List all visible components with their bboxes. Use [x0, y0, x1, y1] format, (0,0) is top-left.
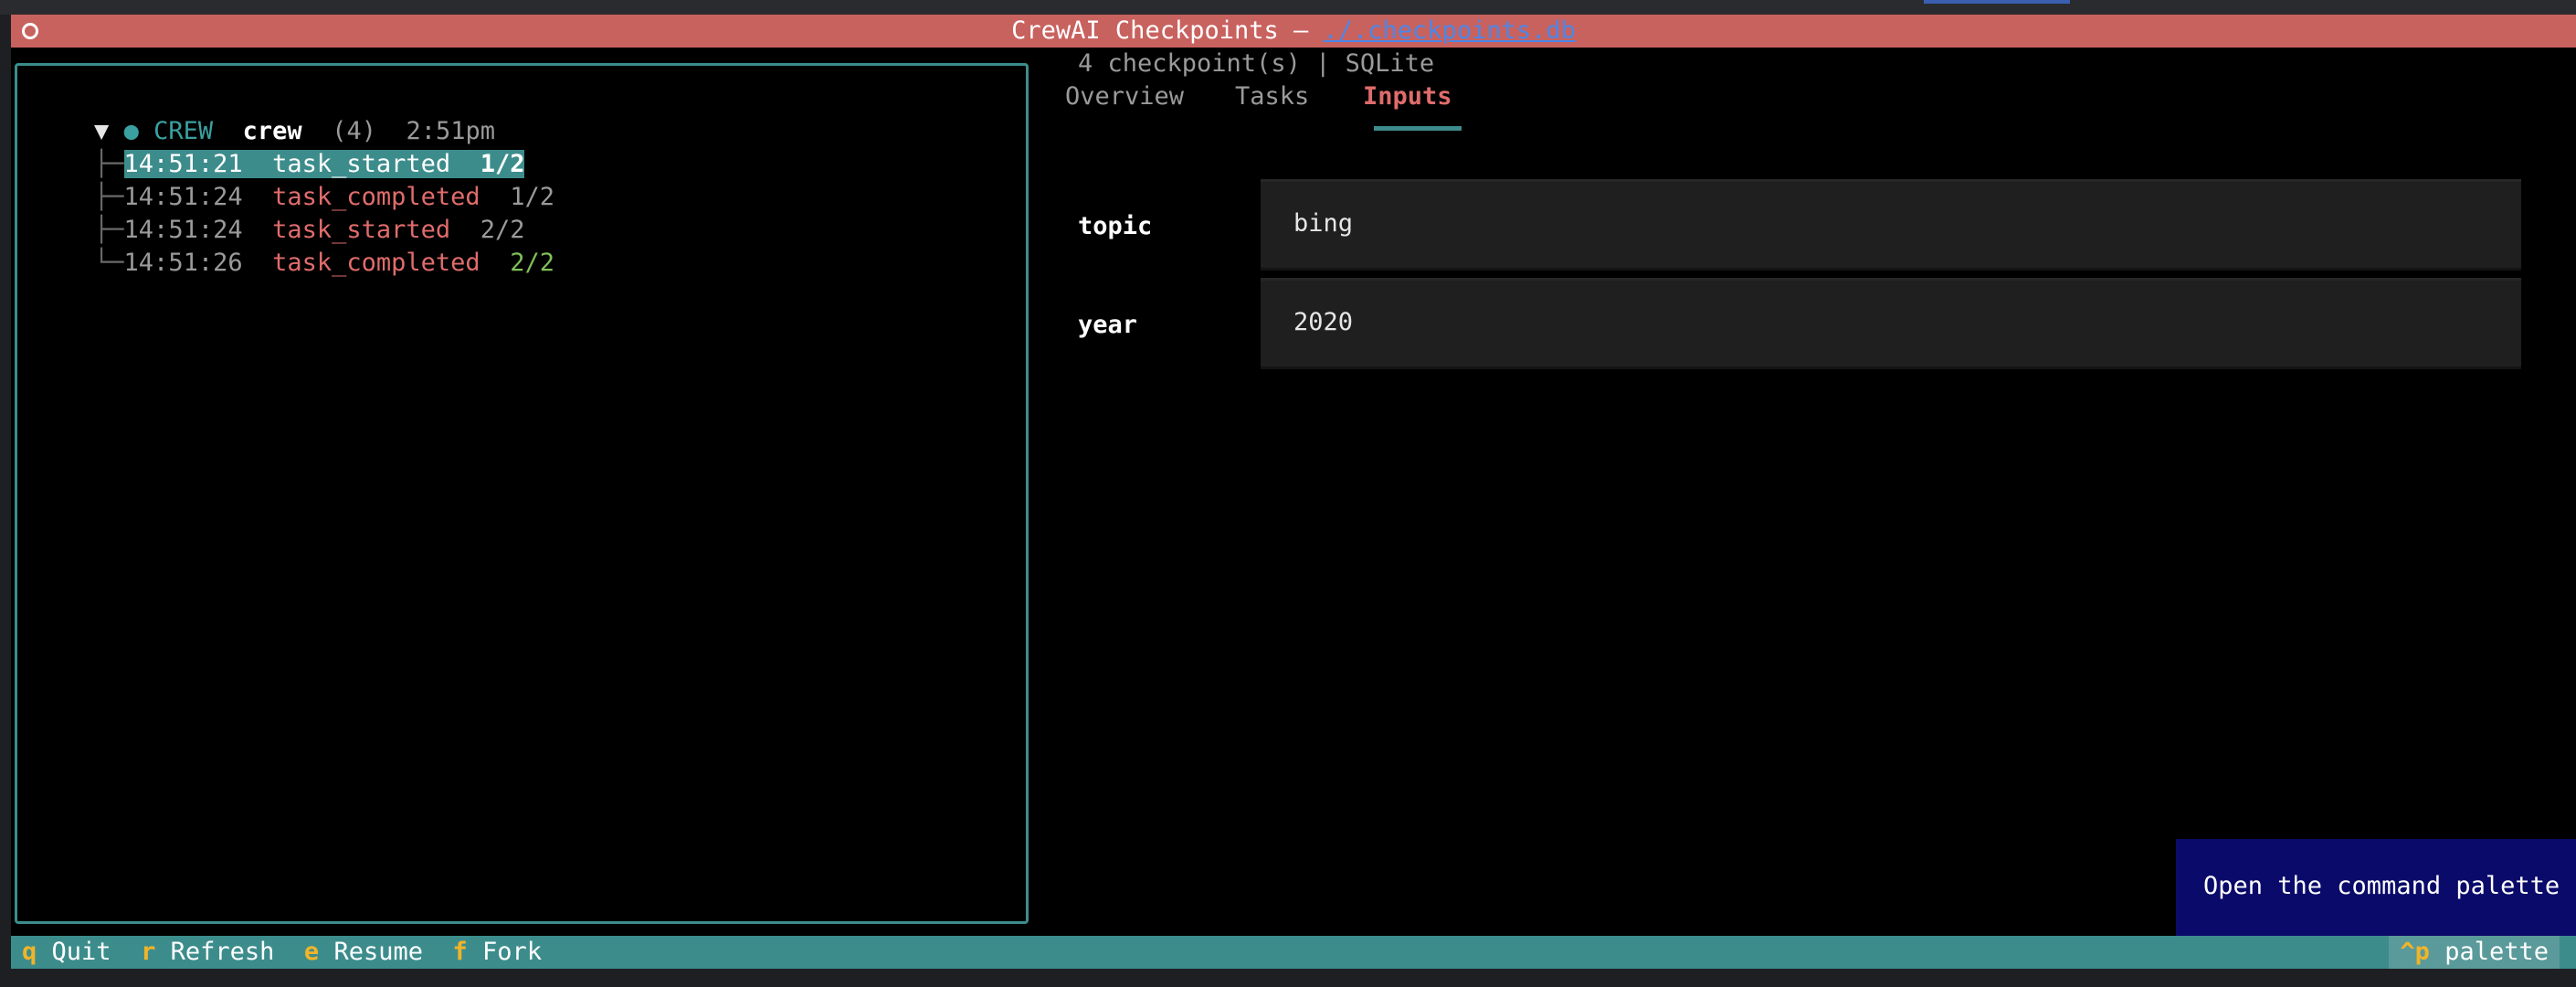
os-bottom-strip: [0, 969, 2576, 987]
window-title: CrewAI Checkpoints — ./.checkpoints.db: [11, 16, 2576, 46]
tab-overview[interactable]: Overview: [1065, 80, 1184, 113]
tab-inputs[interactable]: Inputs: [1363, 80, 1452, 113]
key-e: e: [303, 938, 320, 966]
input-key-year: year: [1078, 311, 1138, 339]
input-key-topic: topic: [1078, 212, 1153, 240]
tree-item-row[interactable]: ├─14:51:21 task_started 1/2: [35, 115, 525, 178]
tooltip-text: Open the command palette: [2203, 872, 2560, 900]
window-title-prefix: CrewAI Checkpoints —: [1011, 16, 1324, 45]
tree-branch-glyph: └─: [94, 249, 124, 277]
key-label: Resume: [333, 938, 423, 966]
footer-item-resume[interactable]: e Resume: [304, 938, 423, 966]
key-f: f: [452, 938, 468, 966]
tab-tasks[interactable]: Tasks: [1235, 80, 1309, 113]
os-top-strip: [0, 0, 2576, 15]
command-palette-tooltip: Open the command palette: [2176, 839, 2576, 936]
window-title-path[interactable]: ./.checkpoints.db: [1324, 16, 1576, 45]
tree-item-event: task_completed: [272, 249, 480, 277]
active-tab-underline: [1374, 126, 1462, 131]
checkpoint-summary: 4 checkpoint(s) | SQLite: [1078, 49, 1435, 78]
footer-item-quit[interactable]: q Quit: [22, 938, 111, 966]
tree-item-row[interactable]: ├─14:51:24 task_started 2/2: [35, 181, 524, 244]
tree-root-row[interactable]: ▼ ● CREW crew (4) 2:51pm: [35, 82, 495, 145]
tree-item-time: 14:51:26: [123, 249, 243, 277]
palette-label: palette: [2444, 938, 2549, 966]
input-value-text: bing: [1293, 209, 1354, 238]
key-label: Refresh: [170, 938, 275, 966]
os-tab-indicator: [1924, 0, 2070, 4]
footer-item-refresh[interactable]: r Refresh: [141, 938, 274, 966]
tree-item-progress: 2/2: [510, 249, 554, 277]
palette-button[interactable]: ^p palette: [2389, 936, 2560, 969]
key-r: r: [141, 938, 156, 966]
key-label: Fork: [482, 938, 543, 966]
input-value-text: 2020: [1293, 308, 1354, 336]
app-body: ▼ ● CREW crew (4) 2:51pm ├─14:51:21 task…: [11, 48, 2576, 936]
footer-item-fork[interactable]: f Fork: [453, 938, 543, 966]
tree-item-row[interactable]: └─14:51:26 task_completed 2/2: [35, 214, 554, 277]
keybinding-list: q Quit r Refresh e Resume f Fork: [22, 936, 542, 969]
title-bar: CrewAI Checkpoints — ./.checkpoints.db: [11, 15, 2576, 48]
palette-key: ^p: [2400, 938, 2430, 966]
input-value-year[interactable]: 2020: [1261, 278, 2521, 369]
key-label: Quit: [51, 938, 111, 966]
input-value-topic[interactable]: bing: [1261, 179, 2521, 271]
footer-keybindings: q Quit r Refresh e Resume f Fork ^p pale…: [11, 936, 2576, 969]
key-q: q: [22, 938, 37, 966]
tree-item-row[interactable]: ├─14:51:24 task_completed 1/2: [35, 148, 554, 211]
